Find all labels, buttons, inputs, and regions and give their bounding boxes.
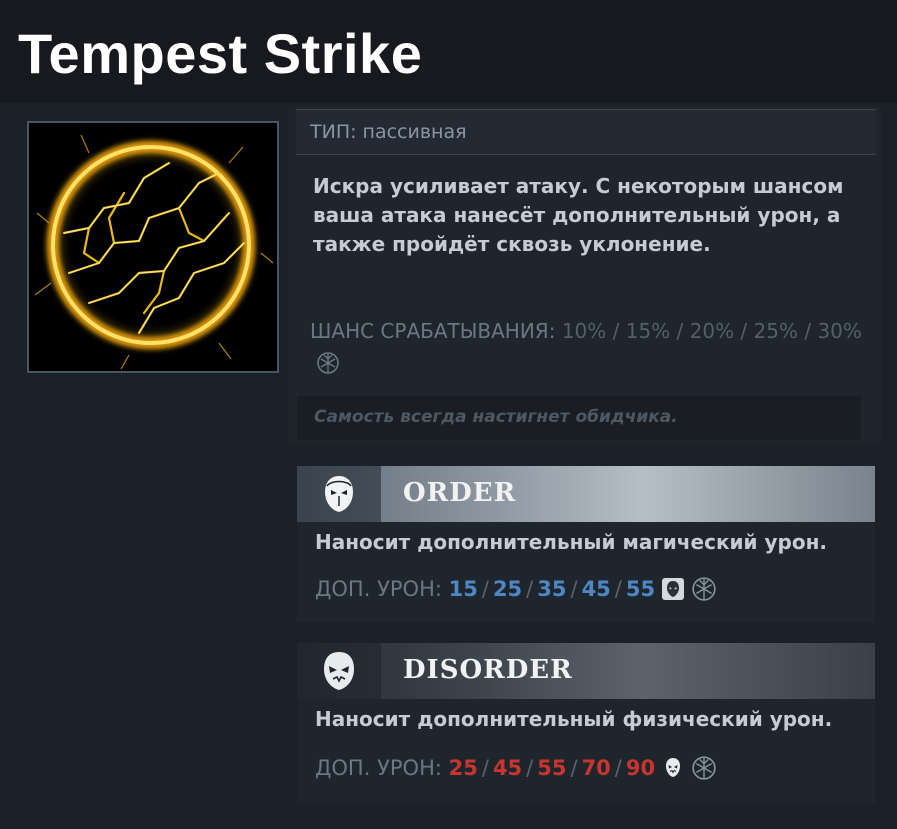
- facet-disorder-damage-label: ДОП. УРОН:: [315, 756, 442, 780]
- aghanims-scepter-icon: [692, 577, 716, 601]
- facet-order-name: ORDER: [403, 478, 517, 508]
- proc-chance-row: ШАНС СРАБАТЫВАНИЯ: 10% / 15% / 20% / 25%…: [310, 316, 870, 376]
- aghanims-scepter-icon: [317, 351, 339, 374]
- aghanims-scepter-icon: [692, 756, 716, 780]
- facet-order-damage-row: ДОП. УРОН: 15/ 25/ 35/ 45/ 55: [315, 576, 717, 602]
- facet-disorder-value-1: 25: [448, 756, 478, 780]
- facet-order-value-1: 15: [448, 577, 478, 601]
- lore-box: Самость всегда настигнет обидчика.: [297, 396, 861, 440]
- lightning-orb-icon: [34, 133, 274, 370]
- value-separator: /: [481, 756, 489, 780]
- facet-order-panel: ORDER Наносит дополнительный магический …: [297, 466, 875, 622]
- value-separator: /: [570, 756, 578, 780]
- ability-description: Искра усиливает атаку. С некоторым шансо…: [313, 174, 844, 256]
- facet-order-header[interactable]: ORDER: [297, 466, 875, 522]
- facet-disorder-value-3: 55: [537, 756, 567, 780]
- facet-order-value-2: 25: [492, 577, 523, 601]
- facet-order-iconbox: [297, 466, 381, 522]
- facet-disorder-name: DISORDER: [403, 655, 573, 685]
- facet-disorder-header[interactable]: DISORDER: [297, 643, 875, 699]
- facet-disorder-iconbox: [297, 643, 381, 699]
- disorder-mask-icon: [324, 652, 354, 690]
- disorder-mask-small-icon: [666, 758, 681, 777]
- facet-disorder-damage-row: ДОП. УРОН: 25/ 45/ 55/ 70/ 90: [315, 755, 717, 781]
- facet-order-value-3: 35: [537, 577, 567, 601]
- value-separator: /: [614, 756, 622, 780]
- page-title: Tempest Strike: [18, 22, 423, 85]
- facet-order-value-5: 55: [625, 577, 656, 601]
- facet-disorder-value-2: 45: [492, 756, 523, 780]
- order-mask-small-icon: [662, 578, 685, 600]
- title-bar: Tempest Strike: [0, 0, 897, 103]
- value-separator: /: [526, 756, 534, 780]
- facet-order-damage-label: ДОП. УРОН:: [315, 577, 442, 601]
- proc-chance-label: ШАНС СРАБАТЫВАНИЯ:: [310, 319, 556, 343]
- proc-chance-values: 10% / 15% / 20% / 25% / 30%: [561, 319, 862, 343]
- description-panel: [288, 107, 881, 443]
- value-separator: /: [481, 577, 489, 601]
- facet-disorder-description: Наносит дополнительный физический урон.: [315, 707, 833, 731]
- facet-disorder-value-5: 90: [625, 756, 656, 780]
- ability-type: ТИП: пассивная: [310, 121, 467, 143]
- value-separator: /: [570, 577, 578, 601]
- order-mask-icon: [325, 476, 353, 512]
- facet-order-value-4: 45: [581, 577, 611, 601]
- lore-text: Самость всегда настигнет обидчика.: [314, 407, 678, 427]
- value-separator: /: [614, 577, 622, 601]
- facet-disorder-value-4: 70: [581, 756, 611, 780]
- ability-icon-frame[interactable]: [27, 121, 279, 373]
- facet-disorder-panel: DISORDER Наносит дополнительный физическ…: [297, 643, 875, 803]
- facet-order-description: Наносит дополнительный магический урон.: [315, 530, 828, 554]
- value-separator: /: [526, 577, 534, 601]
- ability-type-row: ТИП: пассивная: [296, 109, 876, 155]
